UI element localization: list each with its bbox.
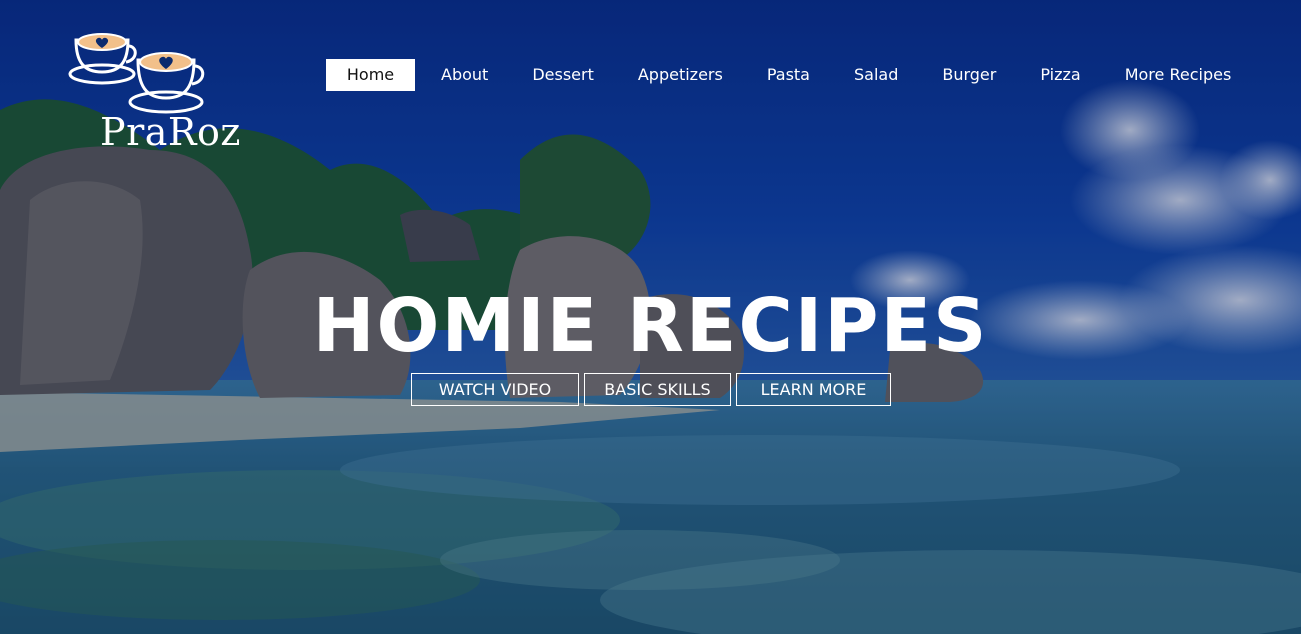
nav-item-more-recipes[interactable]: More Recipes [1103, 59, 1254, 91]
nav-item-dessert[interactable]: Dessert [510, 59, 616, 91]
hero-button-group: WATCH VIDEO BASIC SKILLS LEARN MORE [411, 373, 891, 406]
nav-item-appetizers[interactable]: Appetizers [616, 59, 745, 91]
hero-banner: PraRoz Home About Dessert Appetizers Pas… [0, 0, 1301, 634]
nav-item-burger[interactable]: Burger [920, 59, 1018, 91]
learn-more-button[interactable]: LEARN MORE [736, 373, 891, 406]
basic-skills-button[interactable]: BASIC SKILLS [584, 373, 731, 406]
hero-title: HOMIE RECIPES [312, 283, 989, 369]
nav-item-salad[interactable]: Salad [832, 59, 920, 91]
nav-item-pasta[interactable]: Pasta [745, 59, 832, 91]
brand-name[interactable]: PraRoz [100, 110, 241, 154]
main-nav: Home About Dessert Appetizers Pasta Sala… [326, 59, 1253, 91]
watch-video-button[interactable]: WATCH VIDEO [411, 373, 579, 406]
nav-item-pizza[interactable]: Pizza [1018, 59, 1102, 91]
nav-item-home[interactable]: Home [326, 59, 415, 91]
nav-item-about[interactable]: About [415, 59, 510, 91]
